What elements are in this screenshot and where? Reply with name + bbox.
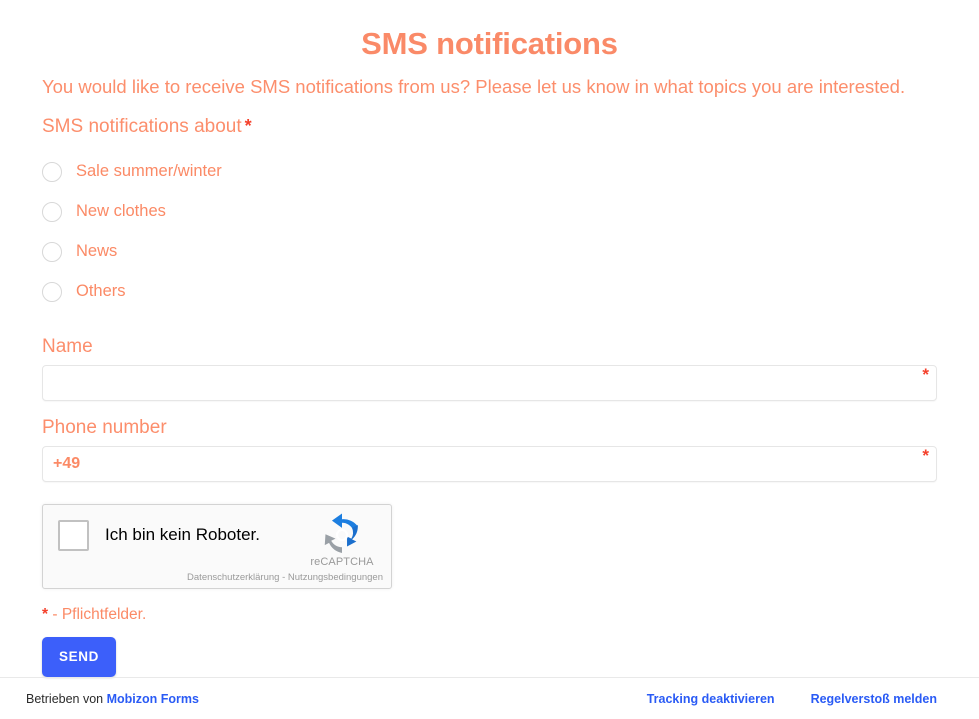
page-title: SMS notifications (361, 26, 618, 61)
required-asterisk-icon: * (42, 605, 49, 623)
radio-option-sale-summer-winter[interactable]: Sale summer/winter (42, 152, 382, 192)
recaptcha-logo-icon (324, 513, 358, 553)
radio-option-label: New clothes (76, 202, 166, 221)
footer-tracking-opt-out-link[interactable]: Tracking deaktivieren (647, 692, 775, 706)
radio-option-label: Sale summer/winter (76, 162, 222, 181)
required-asterisk-icon: * (244, 115, 252, 136)
recaptcha-checkbox[interactable] (58, 519, 89, 551)
footer-mobizon-forms-link[interactable]: Mobizon Forms (107, 692, 199, 706)
radio-option-label: Others (76, 282, 126, 301)
recaptcha-brand-label: reCAPTCHA (310, 555, 374, 568)
phone-input[interactable] (42, 445, 937, 482)
radio-circle-icon[interactable] (42, 241, 62, 262)
recaptcha-legal-links: Datenschutzerklärung - Nutzungsbedingung… (187, 572, 383, 583)
sms-notifications-form-page: SMS notifications You would like to rece… (0, 0, 979, 719)
recaptcha-widget[interactable]: Ich bin kein Roboter. reCAPTCHA Datensch… (42, 503, 392, 589)
radio-circle-icon[interactable] (42, 201, 62, 222)
recaptcha-terms-link[interactable]: Nutzungsbedingungen (288, 572, 383, 583)
footer: Betrieben von Mobizon Forms Tracking dea… (0, 677, 979, 719)
radio-group-label: SMS notifications about * (0, 116, 979, 138)
phone-field-label: Phone number (42, 416, 167, 438)
required-fields-note-text: - Pflichtfelder. (52, 605, 147, 623)
phone-field-wrap: * (42, 445, 937, 482)
radio-circle-icon[interactable] (42, 161, 62, 182)
send-button[interactable]: SEND (42, 636, 116, 677)
intro-text: You would like to receive SMS notificati… (42, 76, 906, 97)
name-input[interactable] (42, 364, 937, 401)
radio-circle-icon[interactable] (42, 281, 62, 302)
radio-option-news[interactable]: News (42, 232, 382, 272)
recaptcha-legal-separator: - (282, 571, 286, 583)
name-field-block: Name * (0, 336, 979, 401)
name-field-wrap: * (42, 364, 937, 401)
footer-powered-by-text: Betrieben von (26, 691, 104, 706)
footer-links: Tracking deaktivieren Regelverstoß melde… (647, 692, 937, 706)
name-field-label: Name (42, 335, 93, 357)
required-fields-note: * - Pflichtfelder. (42, 606, 979, 624)
phone-field-block: Phone number * (0, 417, 979, 482)
radio-option-new-clothes[interactable]: New clothes (42, 192, 382, 232)
footer-powered-by: Betrieben von Mobizon Forms (26, 692, 199, 706)
recaptcha-privacy-link[interactable]: Datenschutzerklärung (187, 572, 279, 583)
notification-topics-radio-group: Sale summer/winter New clothes News Othe… (0, 152, 979, 312)
footer-report-abuse-link[interactable]: Regelverstoß melden (811, 692, 937, 706)
recaptcha-brand: reCAPTCHA (303, 512, 381, 568)
radio-option-label: News (76, 242, 118, 261)
radio-option-others[interactable]: Others (42, 272, 382, 312)
radio-group-label-text: SMS notifications about (42, 115, 242, 137)
recaptcha-checkbox-label: Ich bin kein Roboter. (105, 525, 260, 545)
